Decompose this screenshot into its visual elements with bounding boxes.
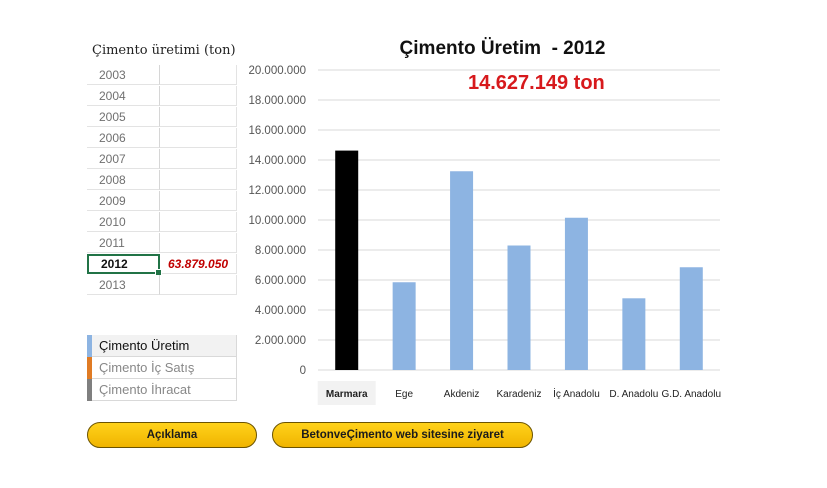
bar-ege[interactable]	[392, 282, 416, 370]
bar-akdeniz[interactable]	[450, 171, 474, 370]
bar-g-d-anadolu[interactable]	[679, 267, 703, 370]
y-tick-label: 10.000.000	[248, 215, 306, 227]
x-category-label[interactable]: Ege	[395, 389, 413, 400]
y-tick-label: 12.000.000	[248, 185, 306, 197]
website-visit-button[interactable]: BetonveÇimento web sitesine ziyaret	[272, 422, 533, 448]
aciklama-button[interactable]: Açıklama	[87, 422, 257, 448]
y-tick-label: 18.000.000	[248, 95, 306, 107]
x-category-label[interactable]: D. Anadolu	[609, 389, 658, 400]
bar-marmara[interactable]	[335, 150, 359, 370]
x-category-label[interactable]: Karadeniz	[496, 389, 541, 400]
x-category-label[interactable]: Marmara	[326, 389, 368, 400]
x-category-label[interactable]: İç Anadolu	[553, 387, 600, 400]
y-tick-label: 6.000.000	[255, 275, 306, 287]
y-tick-label: 4.000.000	[255, 305, 306, 317]
bar-d-anadolu[interactable]	[622, 298, 646, 370]
x-category-label[interactable]: Akdeniz	[444, 389, 480, 400]
bar-chart: 0 2.000.000 4.000.000 6.000.000 8.000.000 10.…	[248, 65, 721, 405]
y-tick-label: 16.000.000	[248, 125, 306, 137]
bar-karadeniz[interactable]	[507, 245, 531, 371]
y-tick-label: 8.000.000	[255, 245, 306, 257]
y-tick-label: 14.000.000	[248, 155, 306, 167]
y-tick-label: 2.000.000	[255, 335, 306, 347]
y-tick-label: 0	[300, 365, 306, 377]
x-category-label[interactable]: G.D. Anadolu	[662, 389, 721, 400]
y-tick-label: 20.000.000	[248, 65, 306, 77]
bar-i-ç-anadolu[interactable]	[564, 217, 588, 370]
